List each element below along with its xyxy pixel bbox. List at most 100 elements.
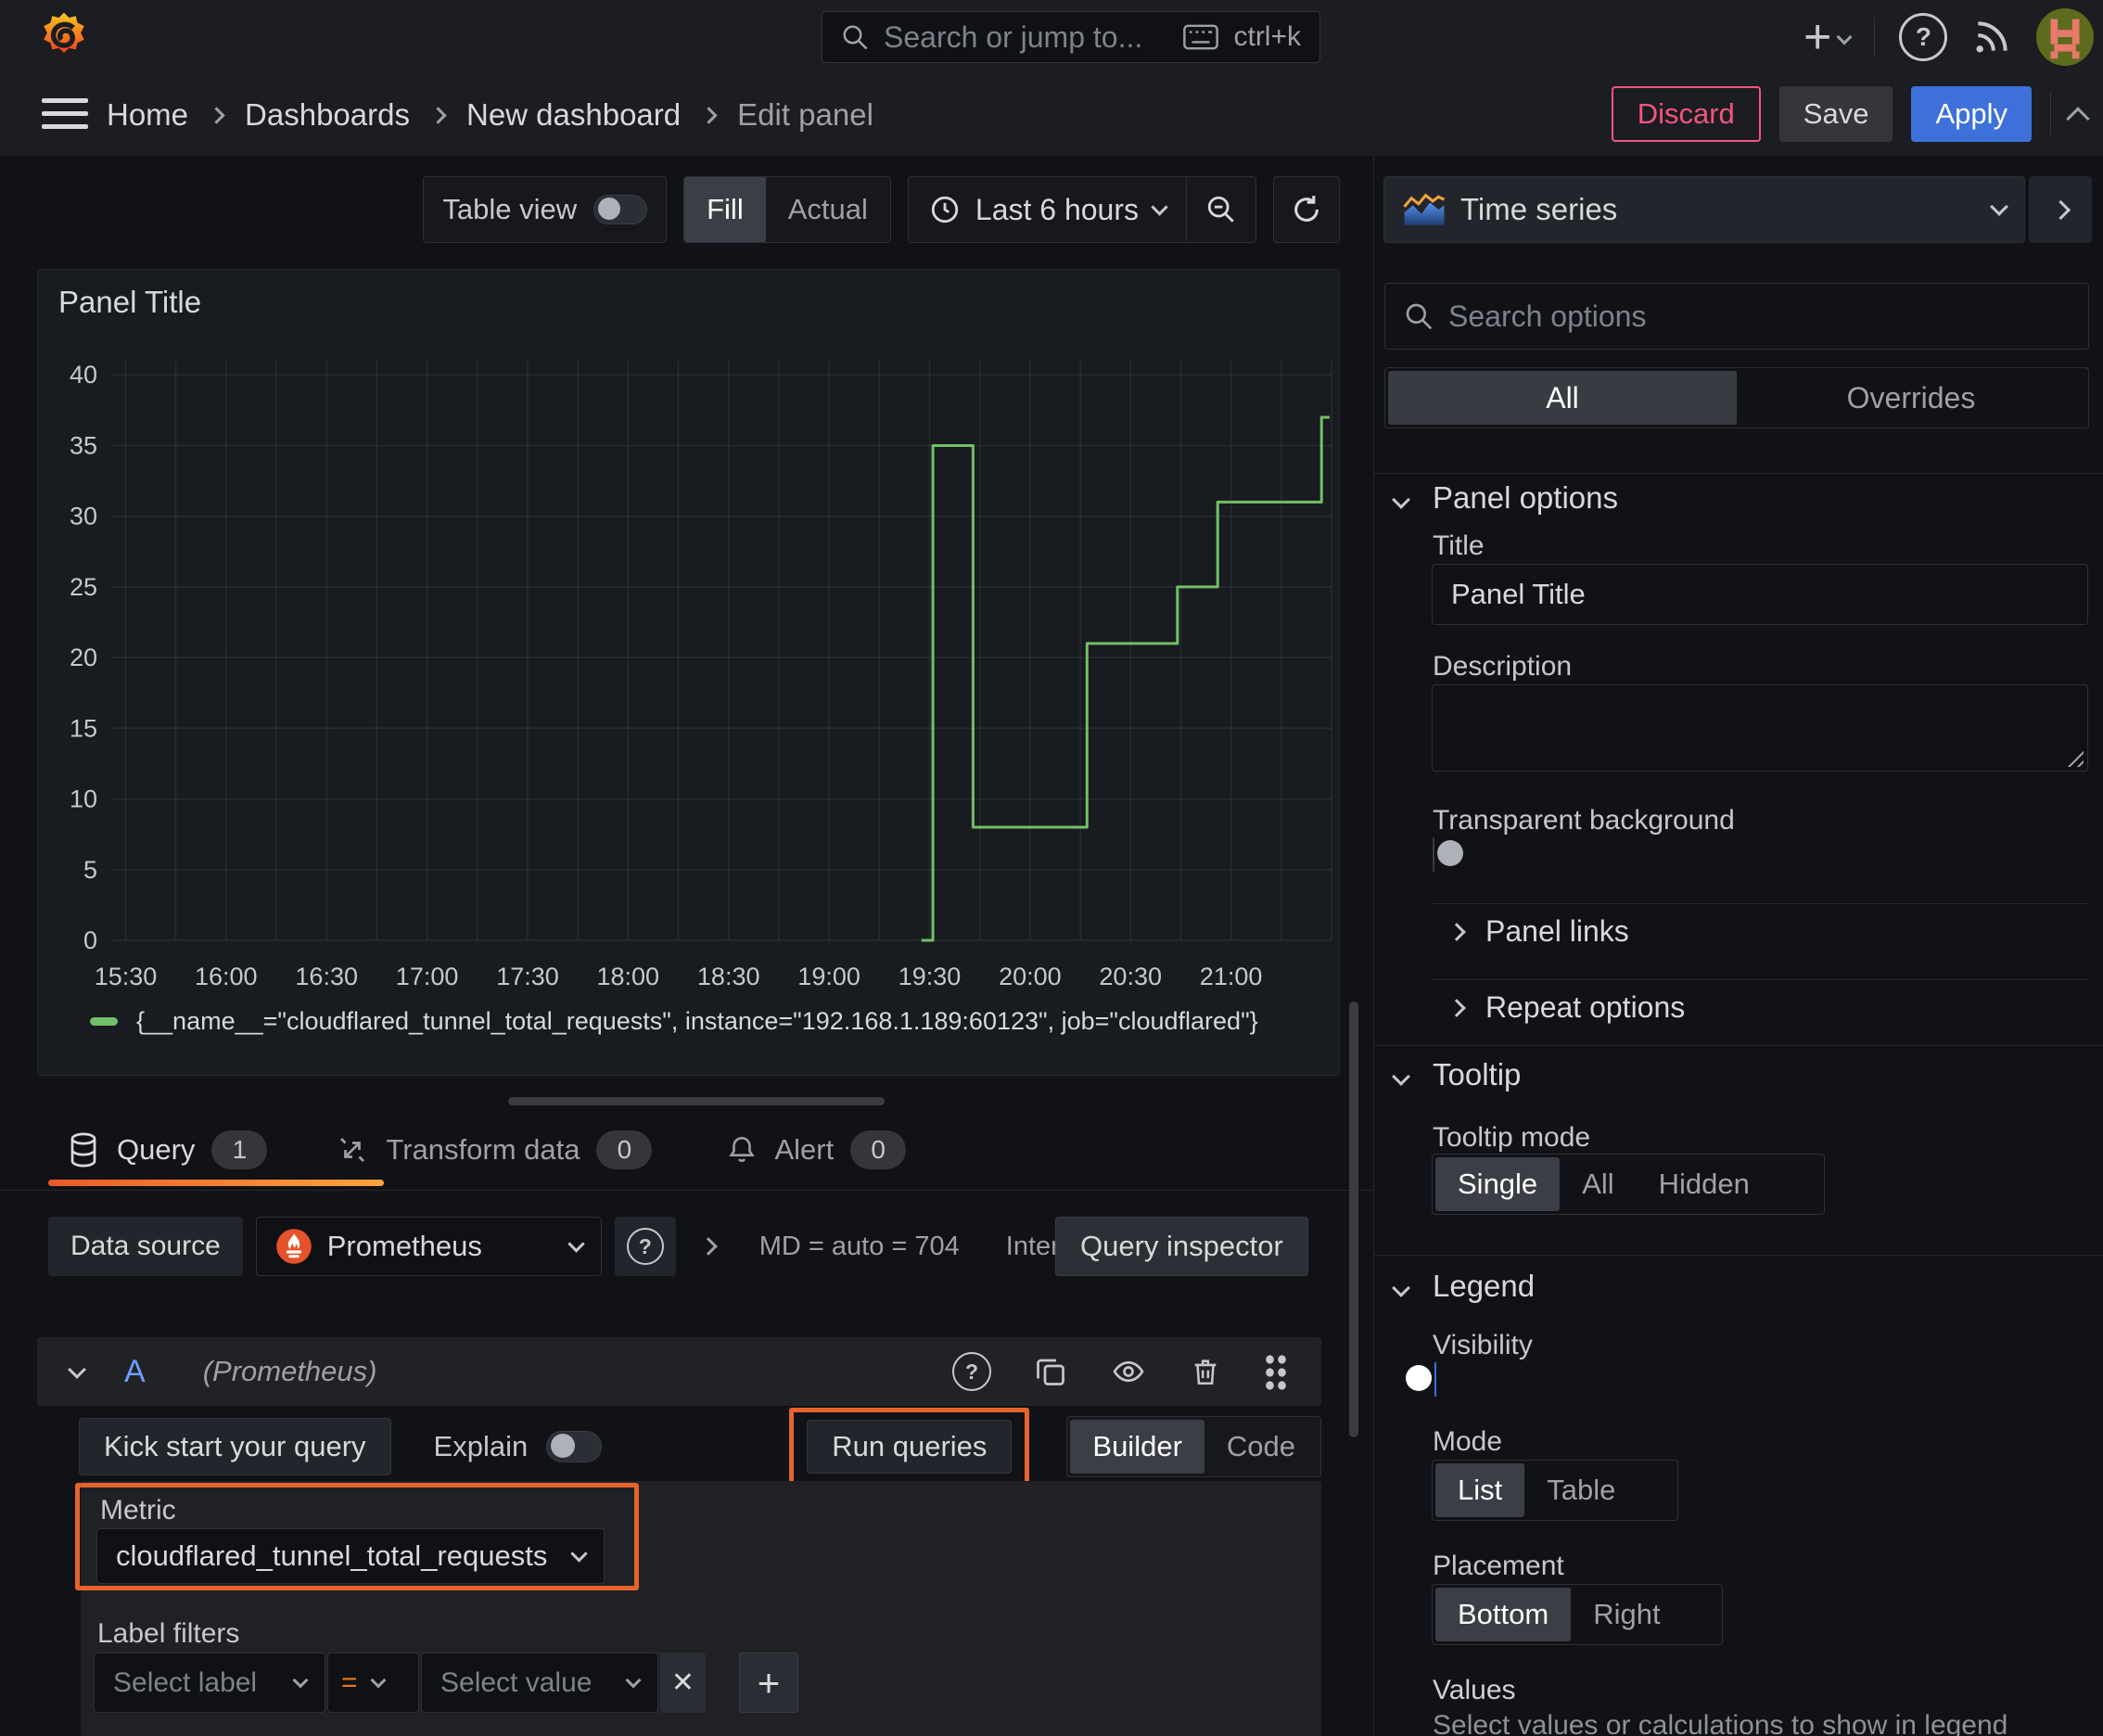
fill-option[interactable]: Fill <box>684 177 766 242</box>
run-queries-button[interactable]: Run queries <box>807 1420 1013 1474</box>
datasource-help-icon[interactable]: ? <box>614 1217 676 1276</box>
metric-value: cloudflared_tunnel_total_requests <box>116 1539 548 1572</box>
eye-icon[interactable] <box>1110 1355 1147 1388</box>
collapse-query-icon[interactable] <box>68 1360 86 1379</box>
tab-alert[interactable]: Alert 0 <box>689 1130 943 1169</box>
pane-resize-handle[interactable] <box>508 1097 885 1105</box>
title-input[interactable]: Panel Title <box>1432 564 2088 625</box>
legend-table-option[interactable]: Table <box>1524 1463 1638 1517</box>
title-value: Panel Title <box>1451 578 1586 610</box>
query-help-icon[interactable]: ? <box>952 1352 991 1391</box>
datasource-row: Data source Prometheus ? MD = auto = 704… <box>48 1217 1168 1276</box>
operator-value: = <box>341 1666 358 1698</box>
options-pane: Time series Search options All Overrides… <box>1373 156 2103 1736</box>
metric-annotation: Metric cloudflared_tunnel_total_requests <box>75 1483 639 1590</box>
description-textarea[interactable] <box>1432 684 2088 772</box>
apply-button[interactable]: Apply <box>1911 86 2032 142</box>
legend-visibility-toggle[interactable] <box>1406 1362 1436 1397</box>
toggle-pane-icon[interactable] <box>2029 176 2092 243</box>
table-view-toggle[interactable] <box>593 195 648 224</box>
collapse-panel-options-icon[interactable] <box>1392 491 1410 509</box>
query-row-header[interactable]: A (Prometheus) ? <box>37 1337 1321 1406</box>
vertical-scrollbar[interactable] <box>1349 1002 1358 1437</box>
collapse-tooltip-icon[interactable] <box>1392 1067 1410 1086</box>
svg-text:10: 10 <box>70 785 97 813</box>
description-label: Description <box>1433 651 1573 682</box>
query-ref-id: A <box>124 1353 146 1389</box>
tab-query[interactable]: Query 1 <box>67 1130 299 1169</box>
tab-overrides[interactable]: Overrides <box>1737 371 2085 425</box>
trash-icon[interactable] <box>1190 1355 1221 1388</box>
tab-all[interactable]: All <box>1388 371 1737 425</box>
run-queries-annotation: Run queries <box>789 1408 1030 1486</box>
save-button[interactable]: Save <box>1778 86 1893 142</box>
transparent-bg-toggle[interactable] <box>1433 837 1463 872</box>
zoom-out-icon[interactable] <box>1187 177 1255 242</box>
tooltip-single-option[interactable]: Single <box>1435 1157 1561 1211</box>
panel-links-expand-icon[interactable] <box>1447 923 1466 941</box>
drag-handle-icon[interactable] <box>1264 1353 1288 1390</box>
breadcrumb-current: Edit panel <box>737 97 873 132</box>
discard-button[interactable]: Discard <box>1611 86 1761 142</box>
svg-text:18:30: 18:30 <box>697 963 760 990</box>
breadcrumb-separator-icon <box>429 106 447 124</box>
visualization-picker[interactable]: Time series <box>1383 176 2025 243</box>
search-options-input[interactable]: Search options <box>1384 283 2089 350</box>
select-value-dropdown[interactable]: Select value <box>421 1653 658 1713</box>
svg-text:35: 35 <box>70 432 97 460</box>
tooltip-hidden-option[interactable]: Hidden <box>1637 1157 1772 1211</box>
duplicate-icon[interactable] <box>1034 1355 1067 1388</box>
legend-label[interactable]: {__name__="cloudflared_tunnel_total_requ… <box>136 1007 1258 1036</box>
table-view-control[interactable]: Table view <box>423 176 668 243</box>
explain-toggle[interactable] <box>546 1431 603 1462</box>
breadcrumb-new-dashboard[interactable]: New dashboard <box>466 97 681 133</box>
svg-text:19:30: 19:30 <box>899 963 962 990</box>
query-inspector-button[interactable]: Query inspector <box>1055 1217 1308 1276</box>
tooltip-all-option[interactable]: All <box>1560 1157 1636 1211</box>
add-filter-icon[interactable]: + <box>739 1653 798 1713</box>
grafana-logo-icon[interactable] <box>37 9 91 63</box>
collapse-legend-icon[interactable] <box>1392 1279 1410 1297</box>
repeat-options-section[interactable]: Repeat options <box>1485 990 1685 1025</box>
options-filter-tabs: All Overrides <box>1384 367 2089 428</box>
legend-header[interactable]: Legend <box>1433 1269 1535 1304</box>
new-menu-button[interactable]: + <box>1803 13 1853 61</box>
chart-legend[interactable]: {__name__="cloudflared_tunnel_total_requ… <box>90 1007 1258 1036</box>
help-icon[interactable]: ? <box>1899 13 1948 61</box>
refresh-icon[interactable] <box>1273 176 1340 243</box>
kick-start-button[interactable]: Kick start your query <box>79 1418 391 1475</box>
breadcrumb-home[interactable]: Home <box>107 97 188 133</box>
remove-filter-icon[interactable]: ✕ <box>660 1653 706 1713</box>
datasource-value: Prometheus <box>326 1230 482 1262</box>
placement-right-option[interactable]: Right <box>1571 1588 1682 1641</box>
placement-bottom-option[interactable]: Bottom <box>1435 1588 1572 1641</box>
svg-text:15:30: 15:30 <box>95 963 158 990</box>
repeat-options-expand-icon[interactable] <box>1447 999 1466 1017</box>
divider <box>1374 473 2103 474</box>
tab-alert-label: Alert <box>774 1133 835 1166</box>
divider <box>1374 1255 2103 1256</box>
datasource-picker[interactable]: Prometheus <box>255 1217 602 1276</box>
global-search-box[interactable]: Search or jump to... ctrl+k <box>822 11 1320 63</box>
time-series-chart[interactable]: 0 5 10 15 20 25 30 35 40 15:30 16:00 16:30 17:00 17:3… <box>38 270 1339 1075</box>
panel-links-section[interactable]: Panel links <box>1485 914 1629 949</box>
actual-option[interactable]: Actual <box>766 177 890 242</box>
news-rss-icon[interactable] <box>1971 17 2012 57</box>
menu-icon[interactable] <box>42 98 88 129</box>
code-option[interactable]: Code <box>1204 1420 1318 1474</box>
tab-transform[interactable]: Transform data 0 <box>299 1130 689 1169</box>
grafana-app: Search or jump to... ctrl+k + ? Home Das… <box>0 0 2103 1736</box>
panel-options-header[interactable]: Panel options <box>1433 480 1618 516</box>
legend-list-option[interactable]: List <box>1435 1463 1525 1517</box>
time-range-picker[interactable]: Last 6 hours <box>909 177 1186 242</box>
resize-handle-icon[interactable] <box>2063 747 2084 767</box>
operator-dropdown[interactable]: = <box>327 1653 419 1713</box>
select-label-dropdown[interactable]: Select label <box>94 1653 325 1713</box>
builder-option[interactable]: Builder <box>1070 1420 1204 1474</box>
collapse-header-icon[interactable] <box>2066 107 2090 131</box>
avatar[interactable] <box>2036 8 2095 66</box>
breadcrumb-dashboards[interactable]: Dashboards <box>245 97 410 133</box>
expand-options-icon[interactable] <box>698 1237 718 1256</box>
metric-select[interactable]: cloudflared_tunnel_total_requests <box>96 1528 605 1584</box>
tooltip-header[interactable]: Tooltip <box>1433 1057 1521 1092</box>
